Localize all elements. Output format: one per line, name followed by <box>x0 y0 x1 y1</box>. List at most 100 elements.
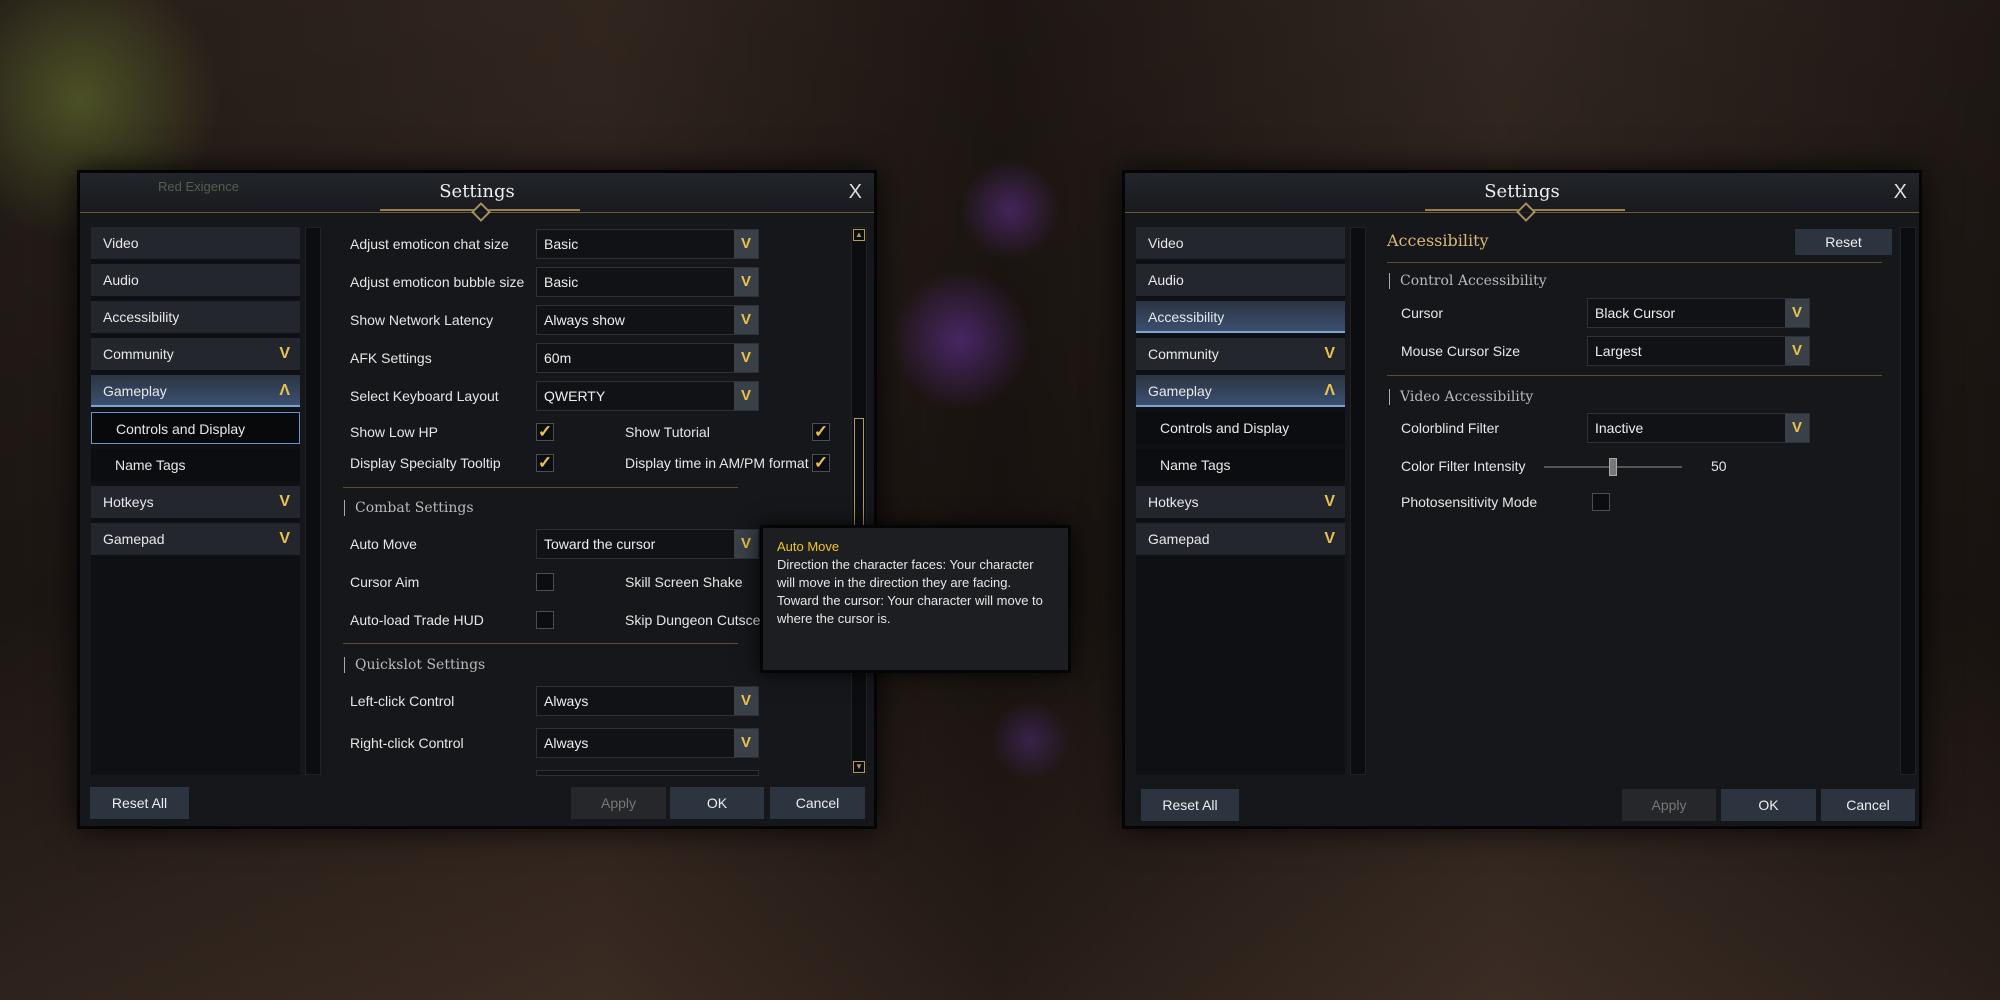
sidebar-item-gamepad[interactable]: Gamepad V <box>91 523 300 555</box>
dropdown-value: Always <box>544 735 589 751</box>
title-bar: Red Exigence Settings X <box>80 173 874 213</box>
auto-load-trade-hud-label: Auto-load Trade HUD <box>350 612 484 628</box>
cursor-label: Cursor <box>1401 305 1444 321</box>
sidebar-item-name-tags[interactable]: Name Tags <box>91 449 300 481</box>
settings-window-accessibility: Settings X Video Audio Accessibility Commun… <box>1122 170 1922 829</box>
show-network-latency-label: Show Network Latency <box>350 312 494 328</box>
dropdown-value: Toward the cursor <box>544 536 656 552</box>
window-title: Settings <box>439 181 515 202</box>
sidebar-item-hotkeys[interactable]: Hotkeys V <box>1136 486 1345 518</box>
display-time-in-am-pm-format-checkbox[interactable]: ✓ <box>812 454 830 472</box>
display-specialty-tooltip-checkbox[interactable]: ✓ <box>536 454 554 472</box>
sidebar-item-gameplay[interactable]: Gameplay Λ <box>91 375 300 407</box>
color-filter-intensity-slider[interactable] <box>1544 458 1682 476</box>
sidebar-item-label: Name Tags <box>115 457 186 473</box>
auto-move-dropdown[interactable]: Toward the cursor V <box>536 529 759 559</box>
show-network-latency-dropdown[interactable]: Always show V <box>536 305 759 335</box>
title-ornament-icon <box>1425 209 1625 217</box>
dropdown-value: 60m <box>544 350 572 366</box>
sidebar-item-audio[interactable]: Audio <box>1136 264 1345 296</box>
sidebar-item-controls-and-display[interactable]: Controls and Display <box>91 412 300 444</box>
content-scrollbar[interactable]: ▲ ▼ <box>851 227 867 775</box>
sidebar-item-label: Hotkeys <box>1148 494 1199 510</box>
auto-load-trade-hud-checkbox[interactable] <box>536 611 554 629</box>
scroll-up-icon[interactable]: ▲ <box>853 229 865 241</box>
chevron-down-icon: V <box>1324 530 1335 547</box>
sidebar-item-label: Gamepad <box>1148 531 1210 547</box>
reset-all-button[interactable]: Reset All <box>1141 789 1239 821</box>
partial-dropdown[interactable] <box>536 770 759 776</box>
dropdown-value: Largest <box>1595 343 1642 359</box>
show-tutorial-label: Show Tutorial <box>625 424 710 440</box>
sidebar-item-gamepad[interactable]: Gamepad V <box>1136 523 1345 555</box>
right-click-control-dropdown[interactable]: Always V <box>536 728 759 758</box>
sidebar-item-audio[interactable]: Audio <box>91 264 300 296</box>
sidebar-item-label: Accessibility <box>103 309 180 325</box>
scroll-down-icon[interactable]: ▼ <box>853 761 865 773</box>
sidebar-item-community[interactable]: Community V <box>1136 338 1345 370</box>
reset-button[interactable]: Reset <box>1795 229 1892 255</box>
reset-all-button[interactable]: Reset All <box>90 787 189 819</box>
sidebar-scrollbar[interactable] <box>1350 227 1366 775</box>
cancel-button[interactable]: Cancel <box>1821 789 1915 821</box>
photosensitivity-mode-checkbox[interactable] <box>1592 493 1610 511</box>
sidebar-item-name-tags[interactable]: Name Tags <box>1136 449 1345 481</box>
cancel-button[interactable]: Cancel <box>770 787 865 819</box>
auto-move-label: Auto Move <box>350 536 417 552</box>
apply-button[interactable]: Apply <box>571 787 666 819</box>
close-button[interactable]: X <box>1894 181 1907 204</box>
adjust-emoticon-bubble-size-dropdown[interactable]: Basic V <box>536 267 759 297</box>
left-click-control-dropdown[interactable]: Always V <box>536 686 759 716</box>
sidebar-item-label: Name Tags <box>1160 457 1231 473</box>
sidebar: Video Audio Accessibility Community V Gamepla… <box>91 227 300 775</box>
slider-thumb[interactable] <box>1609 458 1617 476</box>
adjust-emoticon-bubble-size-label: Adjust emoticon bubble size <box>350 274 525 290</box>
display-time-in-am-pm-format-label: Display time in AM/PM format <box>625 455 809 471</box>
dropdown-value: Always <box>544 693 589 709</box>
cursor-aim-checkbox[interactable] <box>536 573 554 591</box>
chevron-up-icon: Λ <box>279 382 290 399</box>
page-title: Accessibility <box>1387 231 1489 250</box>
right-click-control-label: Right-click Control <box>350 735 464 751</box>
select-keyboard-layout-dropdown[interactable]: QWERTY V <box>536 381 759 411</box>
checkmark-icon: ✓ <box>537 422 553 441</box>
sidebar-scrollbar[interactable] <box>305 227 321 775</box>
chevron-down-icon: V <box>734 306 758 334</box>
cursor-aim-label: Cursor Aim <box>350 574 420 590</box>
mouse-cursor-size-dropdown[interactable]: Largest V <box>1587 336 1810 366</box>
sidebar-item-hotkeys[interactable]: Hotkeys V <box>91 486 300 518</box>
apply-button[interactable]: Apply <box>1622 789 1716 821</box>
sidebar-item-video[interactable]: Video <box>1136 227 1345 259</box>
show-low-hp-checkbox[interactable]: ✓ <box>536 423 554 441</box>
chevron-down-icon: V <box>734 268 758 296</box>
sidebar-item-accessibility[interactable]: Accessibility <box>1136 301 1345 333</box>
chevron-up-icon: Λ <box>1324 382 1335 399</box>
adjust-emoticon-chat-size-dropdown[interactable]: Basic V <box>536 229 759 259</box>
cursor-dropdown[interactable]: Black Cursor V <box>1587 298 1810 328</box>
ok-button[interactable]: OK <box>1721 789 1816 821</box>
afk-settings-label: AFK Settings <box>350 350 432 366</box>
sidebar-item-label: Video <box>1148 235 1184 251</box>
divider <box>1387 375 1882 376</box>
sidebar-item-accessibility[interactable]: Accessibility <box>91 301 300 333</box>
sidebar-item-community[interactable]: Community V <box>91 338 300 370</box>
ok-button[interactable]: OK <box>670 787 764 819</box>
chevron-down-icon: V <box>734 230 758 258</box>
divider <box>1387 262 1882 263</box>
skip-dungeon-cutscene-label: Skip Dungeon Cutscer <box>625 612 766 628</box>
chevron-down-icon: V <box>1785 337 1809 365</box>
show-tutorial-checkbox[interactable]: ✓ <box>812 423 830 441</box>
colorblind-filter-dropdown[interactable]: Inactive V <box>1587 413 1810 443</box>
dropdown-value: Basic <box>544 274 579 290</box>
tooltip-title: Auto Move <box>777 539 840 554</box>
dropdown-value: Inactive <box>1595 420 1644 436</box>
colorblind-filter-label: Colorblind Filter <box>1401 420 1500 436</box>
sidebar-item-controls-and-display[interactable]: Controls and Display <box>1136 412 1345 444</box>
content-scrollbar[interactable] <box>1900 227 1916 775</box>
left-click-control-label: Left-click Control <box>350 693 455 709</box>
sidebar-item-gameplay[interactable]: Gameplay Λ <box>1136 375 1345 407</box>
window-title: Settings <box>1484 181 1560 202</box>
close-button[interactable]: X <box>849 181 862 204</box>
afk-settings-dropdown[interactable]: 60m V <box>536 343 759 373</box>
sidebar-item-video[interactable]: Video <box>91 227 300 259</box>
